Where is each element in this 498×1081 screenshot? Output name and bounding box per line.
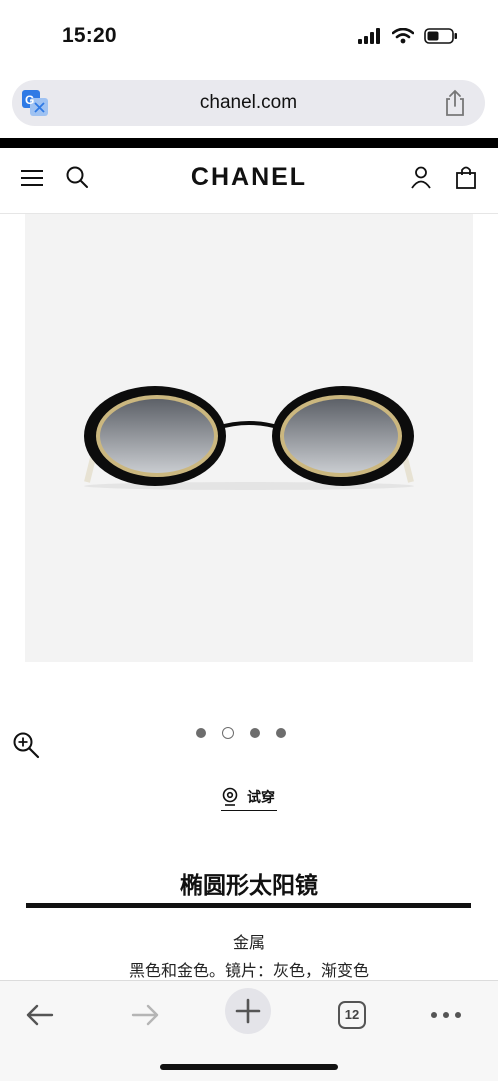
product-material: 金属 xyxy=(232,935,265,952)
new-tab-button[interactable] xyxy=(225,988,271,1034)
tabs-button[interactable]: 12 xyxy=(330,993,374,1037)
title-underline xyxy=(26,903,471,908)
site-header: CHANEL xyxy=(0,148,498,214)
shopping-bag-icon[interactable] xyxy=(454,165,478,189)
home-indicator xyxy=(160,1064,338,1070)
account-icon[interactable] xyxy=(409,165,433,189)
back-icon[interactable] xyxy=(18,993,62,1037)
more-icon[interactable] xyxy=(424,993,468,1037)
battery-icon xyxy=(424,28,457,44)
share-icon[interactable] xyxy=(443,89,467,117)
sunglasses-illustration xyxy=(84,386,414,490)
plus-icon xyxy=(235,998,261,1024)
product-title: 椭圆形太阳镜 xyxy=(180,872,318,898)
signal-icon xyxy=(358,28,380,44)
product-image[interactable] xyxy=(25,214,473,662)
webcam-icon xyxy=(222,787,238,806)
status-bar: 15:20 xyxy=(0,0,498,74)
status-icons xyxy=(358,28,458,44)
carousel-dot-2[interactable] xyxy=(222,727,234,739)
address-bar[interactable]: G chanel.com xyxy=(12,80,485,126)
product-description: 黑色和金色。镜片：灰色，渐变色 xyxy=(128,963,369,980)
carousel-dot-3[interactable] xyxy=(250,728,260,738)
carousel-dots xyxy=(196,727,286,739)
page-top-border xyxy=(0,138,498,148)
url-text[interactable]: chanel.com xyxy=(12,92,485,114)
zoom-icon[interactable] xyxy=(12,731,40,759)
try-on-button[interactable]: 试穿 xyxy=(221,784,277,811)
carousel-dot-4[interactable] xyxy=(276,728,286,738)
wifi-icon xyxy=(392,28,414,44)
forward-icon[interactable] xyxy=(123,993,167,1037)
carousel-dot-1[interactable] xyxy=(196,728,206,738)
try-on-label: 试穿 xyxy=(247,789,275,805)
tabs-count: 12 xyxy=(338,1001,366,1029)
status-time: 15:20 xyxy=(62,24,117,47)
